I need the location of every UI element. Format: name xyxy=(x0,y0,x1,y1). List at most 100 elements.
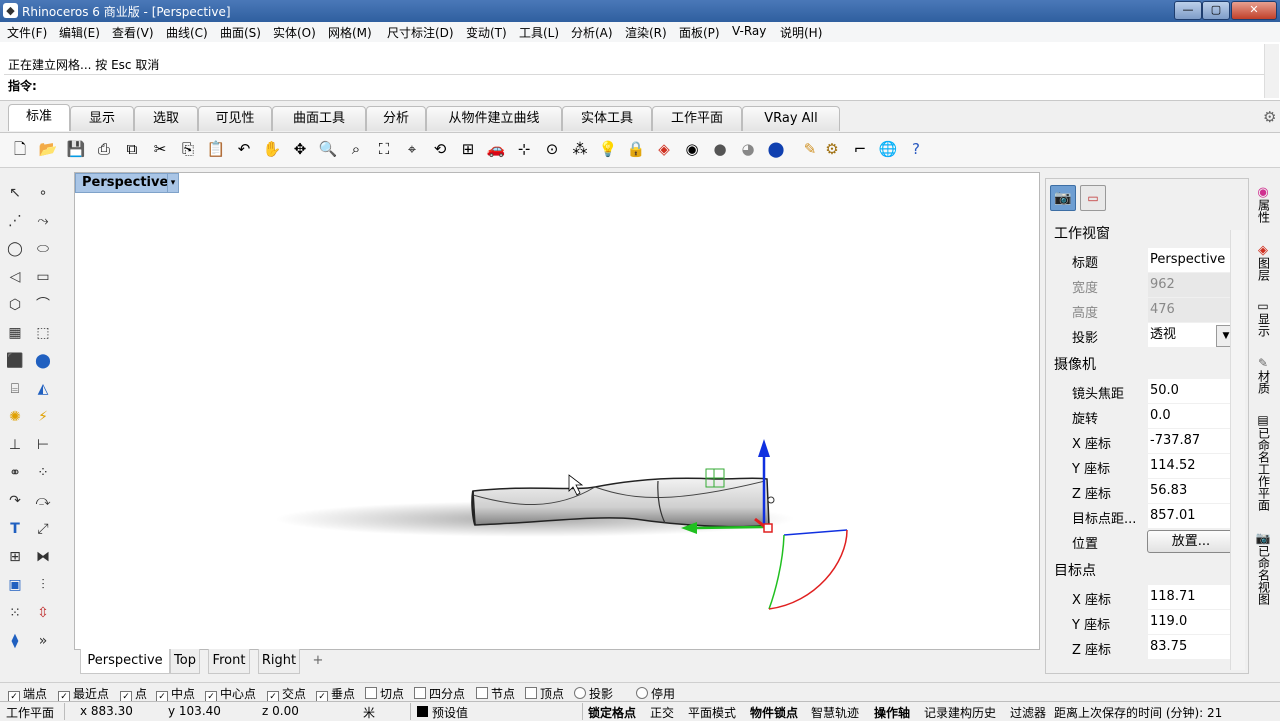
status-planar[interactable]: 平面模式 xyxy=(688,704,736,721)
chamfer-icon[interactable]: ⤼ xyxy=(32,490,54,512)
status-grid-snap[interactable]: 锁定格点 xyxy=(588,704,636,721)
maximize-button[interactable]: ▢ xyxy=(1202,1,1230,20)
snap-icon[interactable]: ⊙ xyxy=(541,138,563,160)
import-icon[interactable]: ⧉ xyxy=(121,138,143,160)
view-tab-front[interactable]: Front xyxy=(208,649,250,674)
status-smarttrack[interactable]: 智慧轨迹 xyxy=(811,704,859,721)
prop-value-target-x[interactable]: 118.71 xyxy=(1148,585,1236,609)
layer-icon[interactable]: ◈ xyxy=(653,138,675,160)
menu-render[interactable]: 渲染(R) xyxy=(625,24,667,41)
gear-icon[interactable]: ⚙ xyxy=(1263,108,1276,126)
menu-solid[interactable]: 实体(O) xyxy=(273,24,316,41)
block-icon[interactable]: ▣ xyxy=(4,574,26,596)
mirror-icon[interactable]: ⧓ xyxy=(32,546,54,568)
perspective-viewport[interactable] xyxy=(74,172,1040,650)
four-views-icon[interactable]: ⊞ xyxy=(457,138,479,160)
save-icon[interactable]: 💾 xyxy=(65,138,87,160)
ellipse-icon[interactable]: ⬭ xyxy=(32,238,54,260)
command-input[interactable] xyxy=(4,74,1264,95)
side-tab-properties[interactable]: ◉ 属性 xyxy=(1252,186,1274,223)
checkbox-unchecked-icon[interactable] xyxy=(525,687,537,699)
points-on-icon[interactable]: ⁘ xyxy=(32,462,54,484)
osnap-tan[interactable]: 切点 xyxy=(365,685,404,702)
view-tab-top[interactable]: Top xyxy=(170,649,200,674)
zoom-extents-icon[interactable]: ⛶ xyxy=(373,138,395,160)
status-osnap[interactable]: 物件锁点 xyxy=(750,704,798,721)
osnap-knot[interactable]: 节点 xyxy=(476,685,515,702)
gumball-z-arrow[interactable] xyxy=(758,439,770,457)
tab-cplanes[interactable]: 工作平面 xyxy=(652,106,742,131)
copy-icon[interactable]: ⎘ xyxy=(177,138,199,160)
zoom-selected-icon[interactable]: ⌖ xyxy=(401,138,423,160)
menu-view[interactable]: 查看(V) xyxy=(112,24,154,41)
menu-help[interactable]: 说明(H) xyxy=(780,24,822,41)
menu-mesh[interactable]: 网格(M) xyxy=(328,24,372,41)
tab-curve-from-objects[interactable]: 从物件建立曲线 xyxy=(426,106,562,131)
circle-icon[interactable]: ◯ xyxy=(4,238,26,260)
print-icon[interactable]: ⎙ xyxy=(93,138,115,160)
tab-standard[interactable]: 标准 xyxy=(8,104,70,131)
move-icon[interactable]: ⤢ xyxy=(32,518,54,540)
grasshopper-icon[interactable]: ⌐ xyxy=(849,138,871,160)
color-wheel-icon[interactable]: ◉ xyxy=(681,138,703,160)
prop-value-target-z[interactable]: 83.75 xyxy=(1148,635,1236,659)
checkbox-unchecked-icon[interactable] xyxy=(414,687,426,699)
car-icon[interactable]: 🚗 xyxy=(485,138,507,160)
panel-scrollbar[interactable] xyxy=(1230,230,1245,670)
view-tab-perspective[interactable]: Perspective xyxy=(80,649,170,674)
gumball-y-axis[interactable] xyxy=(694,525,765,530)
boolean-union-icon[interactable]: ⚭ xyxy=(4,462,26,484)
prop-value-cam-x[interactable]: -737.87 xyxy=(1148,429,1236,453)
tab-vray-all[interactable]: VRay All xyxy=(742,106,840,131)
tab-surface-tools[interactable]: 曲面工具 xyxy=(272,106,366,131)
text-icon[interactable]: T xyxy=(4,518,26,540)
more-tools-icon[interactable]: » xyxy=(32,630,54,652)
prop-value-cam-y[interactable]: 114.52 xyxy=(1148,454,1236,478)
grid-array-icon[interactable]: ⁙ xyxy=(4,602,26,624)
surface-icon[interactable]: ▦ xyxy=(4,322,26,344)
tab-analyze[interactable]: 分析 xyxy=(366,106,426,131)
side-tab-display[interactable]: ▭ 显示 xyxy=(1252,300,1274,338)
view-frame-icon[interactable]: ▭ xyxy=(1080,185,1106,211)
viewport-menu-arrow-icon[interactable]: ▾ xyxy=(167,173,179,193)
analyze-icon[interactable]: ⇳ xyxy=(32,602,54,624)
hatch-icon[interactable]: ⫶ xyxy=(32,574,54,596)
status-filter[interactable]: 过滤器 xyxy=(1010,704,1046,721)
unroll-icon[interactable]: ⧫ xyxy=(4,630,26,652)
menu-edit[interactable]: 编辑(E) xyxy=(59,24,100,41)
side-tab-layers[interactable]: ◈ 图层 xyxy=(1252,244,1274,281)
checkbox-unchecked-icon[interactable] xyxy=(636,687,648,699)
rendered-sphere-icon[interactable]: ◕ xyxy=(737,138,759,160)
boolean-icon[interactable]: ⬤ xyxy=(32,350,54,372)
viewport-title[interactable]: Perspective xyxy=(75,173,175,193)
zoom-window-icon[interactable]: ⌕ xyxy=(345,138,367,160)
prop-value-cam-z[interactable]: 56.83 xyxy=(1148,479,1236,503)
light-icon[interactable]: ✺ xyxy=(4,406,26,428)
tab-select[interactable]: 选取 xyxy=(134,106,198,131)
menu-curve[interactable]: 曲线(C) xyxy=(166,24,208,41)
options-icon[interactable]: ✎ xyxy=(799,138,821,160)
status-cplane[interactable]: 工作平面 xyxy=(6,704,54,721)
cylinder-icon[interactable]: ⌸ xyxy=(4,378,26,400)
new-file-icon[interactable]: 🗋 xyxy=(9,138,31,160)
close-button[interactable]: ✕ xyxy=(1231,1,1277,20)
osnap-quad[interactable]: 四分点 xyxy=(414,685,465,702)
arc-icon[interactable]: ◁ xyxy=(4,266,26,288)
polygon-icon[interactable]: ⬡ xyxy=(4,294,26,316)
checkbox-unchecked-icon[interactable] xyxy=(476,687,488,699)
menu-file[interactable]: 文件(F) xyxy=(7,24,47,41)
side-tab-named-cplanes[interactable]: ▤ 已命名工作平面 xyxy=(1252,414,1274,512)
undo-view-icon[interactable]: ⟲ xyxy=(429,138,451,160)
view-tab-right[interactable]: Right xyxy=(258,649,300,674)
point-icon[interactable]: ∘ xyxy=(32,182,54,204)
mesh-icon[interactable]: ◭ xyxy=(32,378,54,400)
array-icon[interactable]: ⊞ xyxy=(4,546,26,568)
place-camera-button[interactable]: 放置... xyxy=(1147,530,1235,553)
globe-icon[interactable]: 🌐 xyxy=(877,138,899,160)
osnap-project[interactable]: 投影 xyxy=(574,685,613,702)
prop-value-title[interactable]: Perspective xyxy=(1148,248,1236,272)
checkbox-unchecked-icon[interactable] xyxy=(365,687,377,699)
status-ortho[interactable]: 正交 xyxy=(650,704,674,721)
fillet-curve-icon[interactable]: ⌒ xyxy=(32,294,54,316)
undo-icon[interactable]: ↶ xyxy=(233,138,255,160)
